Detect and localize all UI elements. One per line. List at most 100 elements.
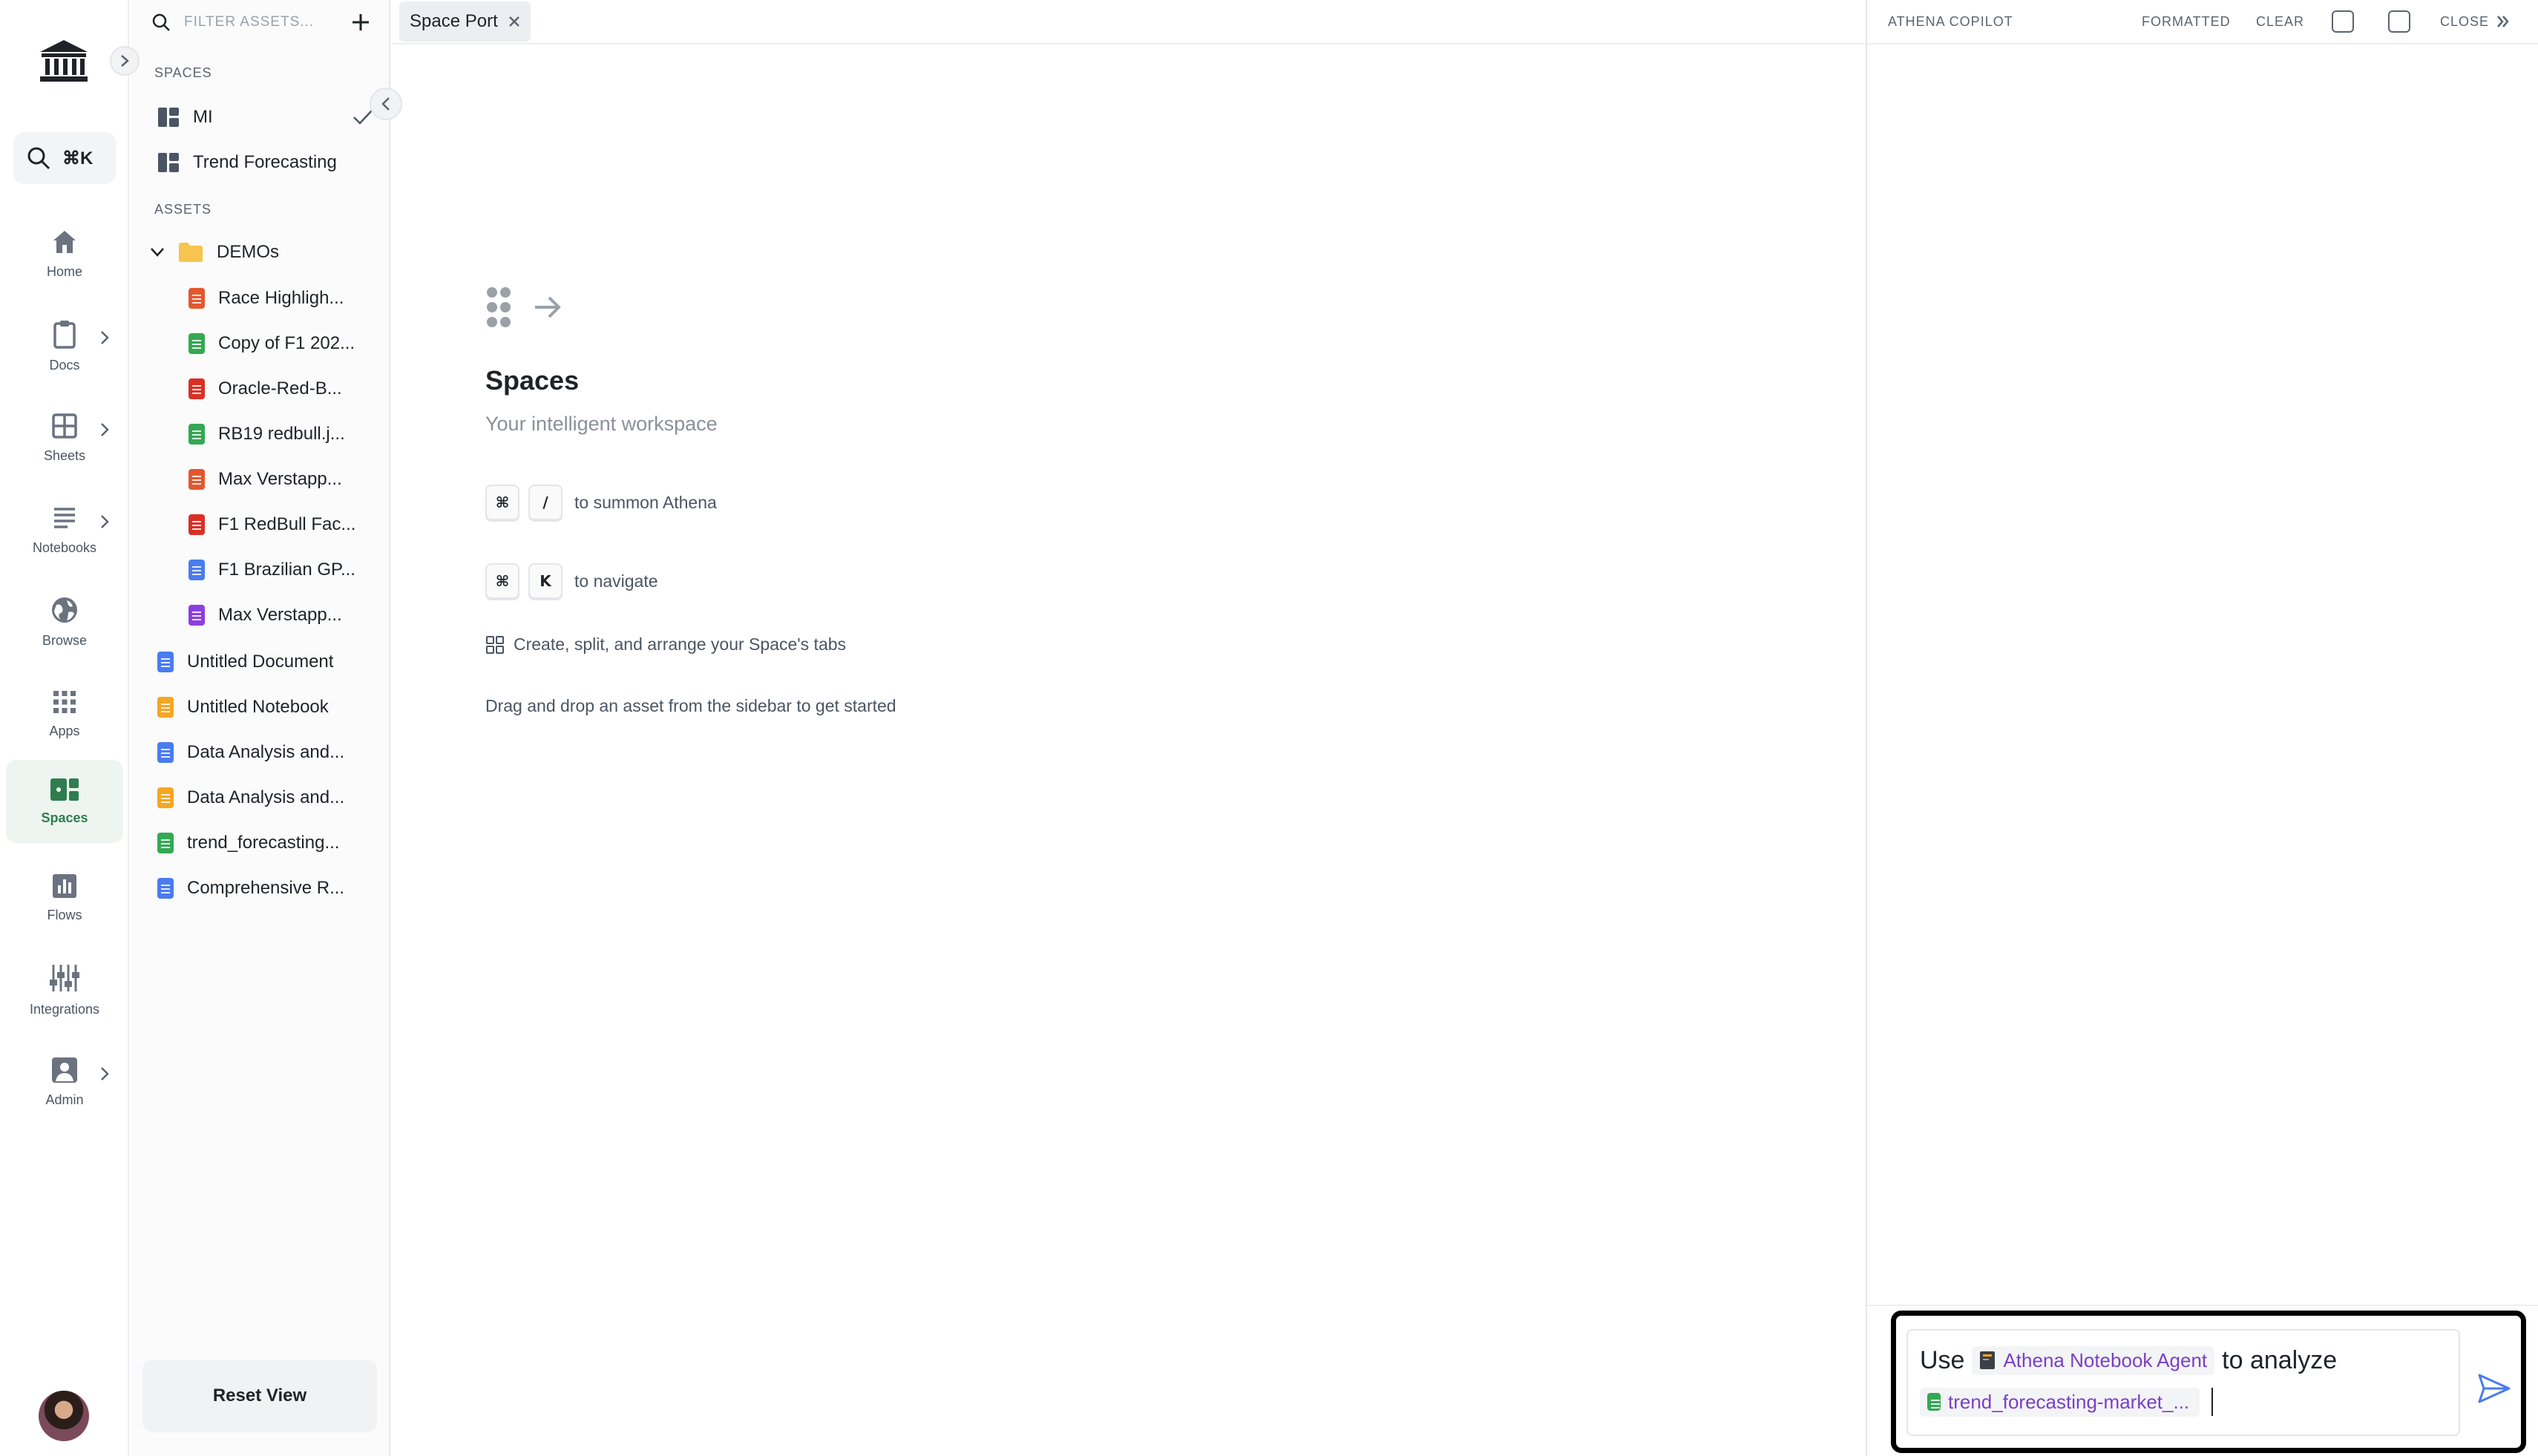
tab-label: Space Port — [410, 11, 498, 31]
grid-icon — [486, 635, 504, 654]
doc-file-icon — [188, 560, 205, 580]
notebook-file-icon — [157, 787, 174, 808]
hint-navigate-text: to navigate — [574, 571, 658, 591]
chevron-right-icon[interactable] — [99, 422, 110, 438]
message-line: trend_forecasting-market_... — [1920, 1386, 2447, 1418]
space-item-trend-forecasting[interactable]: Trend Forecasting — [157, 143, 337, 182]
nav-apps[interactable]: Apps — [6, 672, 123, 755]
chevron-right-icon[interactable] — [99, 1066, 110, 1082]
nav-flows-label: Flows — [47, 907, 82, 922]
asset-item[interactable]: Race Highligh... — [188, 279, 344, 318]
assets-heading: ASSETS — [154, 202, 212, 217]
message-input[interactable]: Use Athena Notebook Agent to analyze tre… — [1906, 1329, 2460, 1436]
agent-chip-label: Athena Notebook Agent — [2003, 1348, 2208, 1371]
asset-item[interactable]: Oracle-Red-B... — [188, 370, 342, 408]
bank-logo-icon[interactable] — [39, 39, 89, 83]
send-button[interactable] — [2472, 1366, 2516, 1411]
nav-spaces[interactable]: Spaces — [6, 760, 123, 843]
reset-view-button[interactable]: Reset View — [142, 1360, 377, 1432]
spaces-icon — [50, 778, 79, 801]
send-icon — [2478, 1374, 2511, 1403]
asset-item[interactable]: Copy of F1 202... — [188, 324, 355, 363]
agent-chip[interactable]: Athena Notebook Agent — [1972, 1345, 2215, 1375]
welcome-icons — [485, 283, 896, 331]
global-search-button[interactable]: ⌘K — [13, 132, 116, 184]
tab-space-port[interactable]: Space Port — [399, 1, 531, 42]
message-middle: to analyze — [2222, 1345, 2338, 1374]
pdf-file-icon — [188, 514, 205, 535]
search-icon — [27, 147, 50, 170]
asset-item-label: trend_forecasting... — [187, 833, 340, 853]
file-chip[interactable]: trend_forecasting-market_... — [1920, 1387, 2200, 1417]
nav-admin[interactable]: Admin — [6, 1040, 123, 1124]
page-subtitle: Your intelligent workspace — [485, 413, 718, 435]
asset-item[interactable]: trend_forecasting... — [157, 824, 339, 862]
lines-icon — [54, 507, 75, 528]
formatted-toggle[interactable]: FORMATTED — [2142, 14, 2231, 30]
double-chevron-right-icon[interactable] — [2496, 15, 2510, 28]
asset-item-label: Copy of F1 202... — [218, 333, 355, 353]
nav-docs[interactable]: Docs — [6, 304, 123, 387]
asset-sidebar: SPACES MI Trend Forecasting ASSETS DEMOs… — [131, 0, 402, 1456]
asset-item-label: F1 RedBull Fac... — [218, 514, 356, 534]
space-item-mi[interactable]: MI — [157, 98, 373, 137]
checkbox-icon[interactable] — [2332, 10, 2354, 33]
asset-item[interactable]: Data Analysis and... — [157, 733, 344, 772]
asset-item[interactable]: Max Verstapp... — [188, 460, 342, 499]
video-file-icon — [188, 469, 205, 490]
kbd-key: / — [528, 485, 563, 520]
chevron-right-icon[interactable] — [99, 514, 110, 530]
nav-flows[interactable]: Flows — [6, 856, 123, 939]
close-copilot-button[interactable]: CLOSE — [2440, 14, 2489, 30]
sheet-file-icon — [157, 833, 174, 853]
asset-item-label: Oracle-Red-B... — [218, 378, 342, 399]
chevron-right-icon[interactable] — [99, 329, 110, 346]
nav-sheets-label: Sheets — [43, 447, 86, 463]
hint-drag-text: Drag and drop an asset from the sidebar … — [485, 696, 896, 715]
asset-item[interactable]: F1 RedBull Fac... — [188, 505, 355, 544]
collapse-sidebar-button[interactable] — [370, 88, 402, 120]
nav-home[interactable]: Home — [6, 212, 123, 295]
asset-item[interactable]: Data Analysis and... — [157, 778, 344, 817]
clear-button[interactable]: CLEAR — [2256, 14, 2304, 30]
pdf-file-icon — [188, 378, 205, 399]
doc-file-icon — [157, 878, 174, 899]
nav-notebooks[interactable]: Notebooks — [6, 488, 123, 571]
asset-item[interactable]: RB19 redbull.j... — [188, 415, 345, 453]
hint-arrange: Create, split, and arrange your Space's … — [485, 634, 896, 655]
asset-item-label: Untitled Document — [187, 652, 334, 672]
audio-file-icon — [188, 605, 205, 626]
clipboard-icon — [53, 320, 76, 349]
nav-rail: ⌘K Home Docs Sheets Notebooks Browse App… — [0, 0, 140, 1456]
message-line: Use Athena Notebook Agent to analyze — [1920, 1344, 2447, 1377]
nav-browse[interactable]: Browse — [6, 580, 123, 663]
asset-item[interactable]: F1 Brazilian GP... — [188, 551, 355, 589]
nav-integrations[interactable]: Integrations — [6, 948, 123, 1032]
nav-sheets[interactable]: Sheets — [6, 396, 123, 479]
close-icon[interactable] — [508, 16, 520, 27]
image-file-icon — [188, 424, 205, 445]
plus-icon — [352, 14, 369, 30]
text-cursor — [2211, 1388, 2214, 1416]
add-asset-button[interactable] — [346, 7, 376, 37]
asset-item[interactable]: Comprehensive R... — [157, 869, 344, 908]
checkbox-icon[interactable] — [2388, 10, 2410, 33]
asset-item[interactable]: Max Verstapp... — [188, 596, 342, 634]
user-avatar[interactable] — [39, 1391, 89, 1441]
nav-docs-label: Docs — [49, 357, 80, 373]
folder-demos[interactable]: DEMOs — [150, 233, 279, 272]
copilot-title: ATHENA COPILOT — [1888, 14, 2013, 29]
asset-item-label: Data Analysis and... — [187, 787, 345, 807]
asset-item-label: Data Analysis and... — [187, 742, 345, 762]
asset-item[interactable]: Untitled Document — [157, 643, 333, 681]
drag-handle-icon — [487, 287, 511, 327]
folder-label: DEMOs — [217, 242, 279, 262]
chevron-right-icon — [121, 55, 129, 67]
filter-assets-input[interactable] — [184, 14, 347, 30]
expand-rail-button[interactable] — [110, 46, 140, 76]
notebook-file-icon — [157, 697, 174, 718]
filter-assets[interactable] — [151, 7, 374, 37]
asset-item[interactable]: Untitled Notebook — [157, 688, 329, 727]
divider — [1867, 1305, 2538, 1306]
chevron-down-icon[interactable] — [150, 247, 165, 258]
